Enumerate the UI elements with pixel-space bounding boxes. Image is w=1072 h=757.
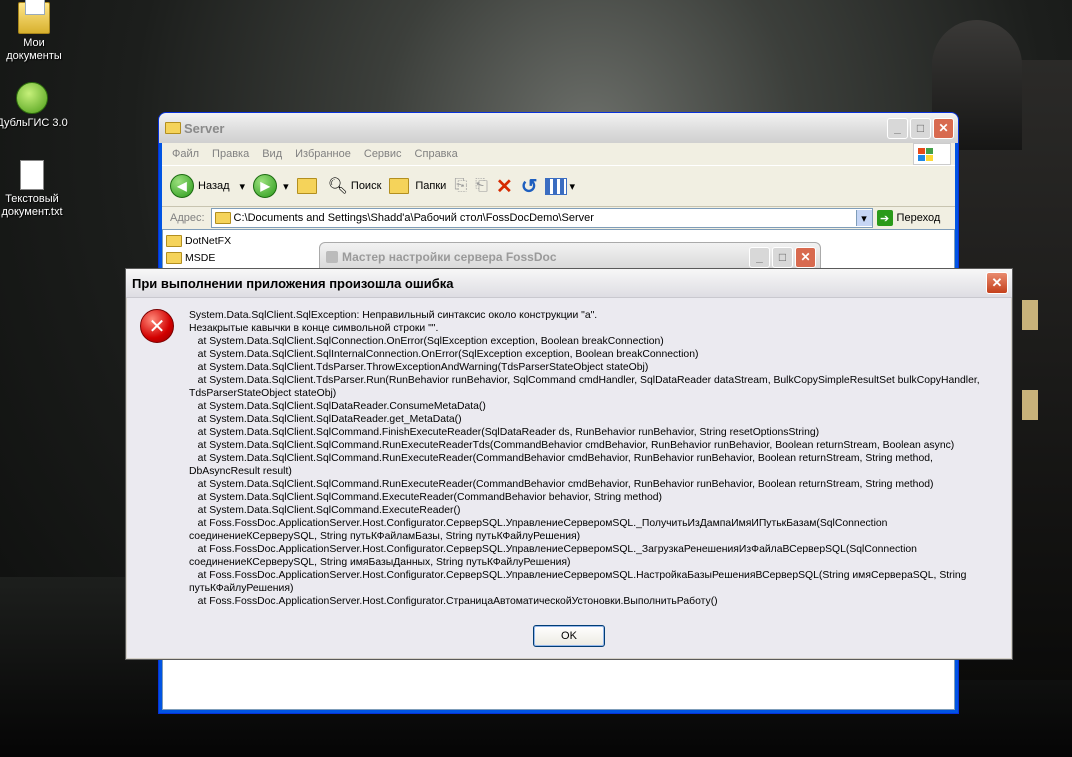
close-button[interactable]: ✕ [795,246,816,268]
folders-icon [389,178,410,194]
desktop-icon-my-documents[interactable]: Мои документы [0,0,74,63]
address-value: C:\Documents and Settings\Shadd'a\Рабочи… [233,212,594,224]
back-label: Назад [198,180,230,192]
folder-name: MSDE [185,252,216,264]
chevron-down-icon[interactable]: ▾ [283,180,289,193]
dialog-titlebar: При выполнении приложения произошла ошиб… [126,269,1012,298]
explorer-title: Server [184,120,225,136]
folder-name: DotNetFX [185,235,232,247]
back-arrow-icon: ◀ [170,174,194,198]
delete-icon: ✕ [495,175,513,198]
go-label: Переход [896,212,941,224]
menu-favorites[interactable]: Избранное [295,148,351,160]
my-documents-icon [18,0,50,34]
explorer-titlebar: Server _ □ ✕ [159,113,958,143]
menubar: Файл Правка Вид Избранное Сервис Справка [162,143,955,165]
search-icon: 🔍︎ [327,178,348,195]
menu-tools[interactable]: Сервис [364,148,402,160]
menu-help[interactable]: Справка [415,148,458,160]
go-button[interactable]: ➔ Переход [876,210,941,226]
folder-icon [166,252,182,265]
dialog-close-button[interactable]: ✕ [986,272,1008,294]
error-message: System.Data.SqlClient.SqlException: Непр… [189,310,980,607]
back-button[interactable]: ◀ Назад ▾ [170,174,245,198]
folder-icon [166,235,182,248]
text-file-icon [20,160,44,190]
wizard-icon [326,251,338,263]
desktop-icon-label: Текстовый документ.txt [1,193,63,218]
menu-edit[interactable]: Правка [212,148,249,160]
menu-view[interactable]: Вид [262,148,282,160]
copy-to-button[interactable]: ⎗ [475,177,488,195]
ok-button[interactable]: OK [533,625,605,647]
search-button[interactable]: 🔍︎ Поиск [328,176,382,196]
address-bar: Адрес: C:\Documents and Settings\Shadd'a… [162,207,955,229]
forward-arrow-icon: ▶ [253,174,278,198]
maximize-button[interactable]: □ [910,117,931,139]
move-to-button[interactable]: ⎘ [454,177,467,195]
desktop-icon-text-document[interactable]: Текстовый документ.txt [0,160,72,219]
desktop-icon-label: ДубльГИС 3.0 [0,117,68,129]
windows-logo-icon [913,143,951,165]
up-folder-icon [296,178,317,194]
maximize-button[interactable]: □ [772,246,793,268]
desktop-icon-label: Мои документы [6,37,62,62]
go-arrow-icon: ➔ [876,210,893,226]
move-to-icon: ⎘ [454,177,468,194]
wizard-title: Мастер настройки сервера FossDoc [342,250,557,264]
views-button[interactable]: ▾ [545,177,575,195]
address-label: Адрес: [170,212,205,224]
forward-button[interactable]: ▶ ▾ [253,174,289,198]
undo-button[interactable]: ↺ [521,174,538,199]
address-dropdown-icon[interactable]: ▾ [855,210,872,226]
dialog-title: При выполнении приложения произошла ошиб… [132,275,454,291]
toolbar: ◀ Назад ▾ ▶ ▾ 🔍︎ Поиск Папки ⎘ ⎗ ✕ ↺ ▾ [162,165,955,207]
close-button[interactable]: ✕ [933,117,954,139]
menu-file[interactable]: Файл [172,148,199,160]
folder-icon [214,212,231,224]
dublgis-icon [16,82,48,114]
up-folder-button[interactable] [296,178,320,194]
folder-icon [165,122,181,134]
minimize-button[interactable]: _ [887,117,908,139]
undo-icon: ↺ [520,175,538,198]
list-item[interactable]: DotNetFX [166,235,232,248]
folders-label: Папки [415,180,447,192]
address-field[interactable]: C:\Documents and Settings\Shadd'a\Рабочи… [210,208,873,228]
copy-to-icon: ⎗ [475,177,488,194]
desktop-icon-dublgis[interactable]: ДубльГИС 3.0 [0,82,72,130]
delete-button[interactable]: ✕ [496,174,513,199]
minimize-button[interactable]: _ [749,246,770,268]
search-label: Поиск [350,180,382,192]
chevron-down-icon[interactable]: ▾ [569,180,575,193]
error-icon: ✕ [140,309,174,343]
error-dialog: При выполнении приложения произошла ошиб… [125,268,1013,660]
chevron-down-icon[interactable]: ▾ [240,180,246,193]
folders-button[interactable]: Папки [389,178,446,194]
list-item[interactable]: MSDE [166,252,216,265]
views-icon [545,177,568,195]
